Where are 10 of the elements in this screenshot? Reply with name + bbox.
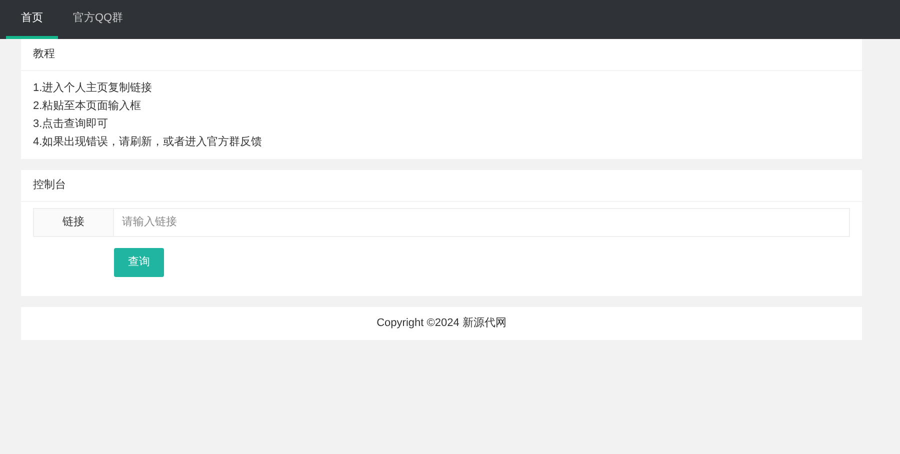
tutorial-step: 2.粘贴至本页面输入框 [33,97,850,115]
card-title: 控制台 [21,170,862,202]
copyright-text: Copyright ©2024 新源代网 [376,316,506,332]
link-input-field[interactable]: 请输入链接 [114,208,850,237]
tutorial-step: 3.点击查询即可 [33,115,850,133]
nav-tab[interactable]: 官方QQ群 [58,0,138,39]
card-title: 教程 [21,39,862,71]
field-label: 链接 [33,208,114,237]
tutorial-step: 4.如果出现错误，请刷新，或者进入官方群反馈 [33,133,850,151]
tutorial-step: 1.进入个人主页复制链接 [33,79,850,97]
